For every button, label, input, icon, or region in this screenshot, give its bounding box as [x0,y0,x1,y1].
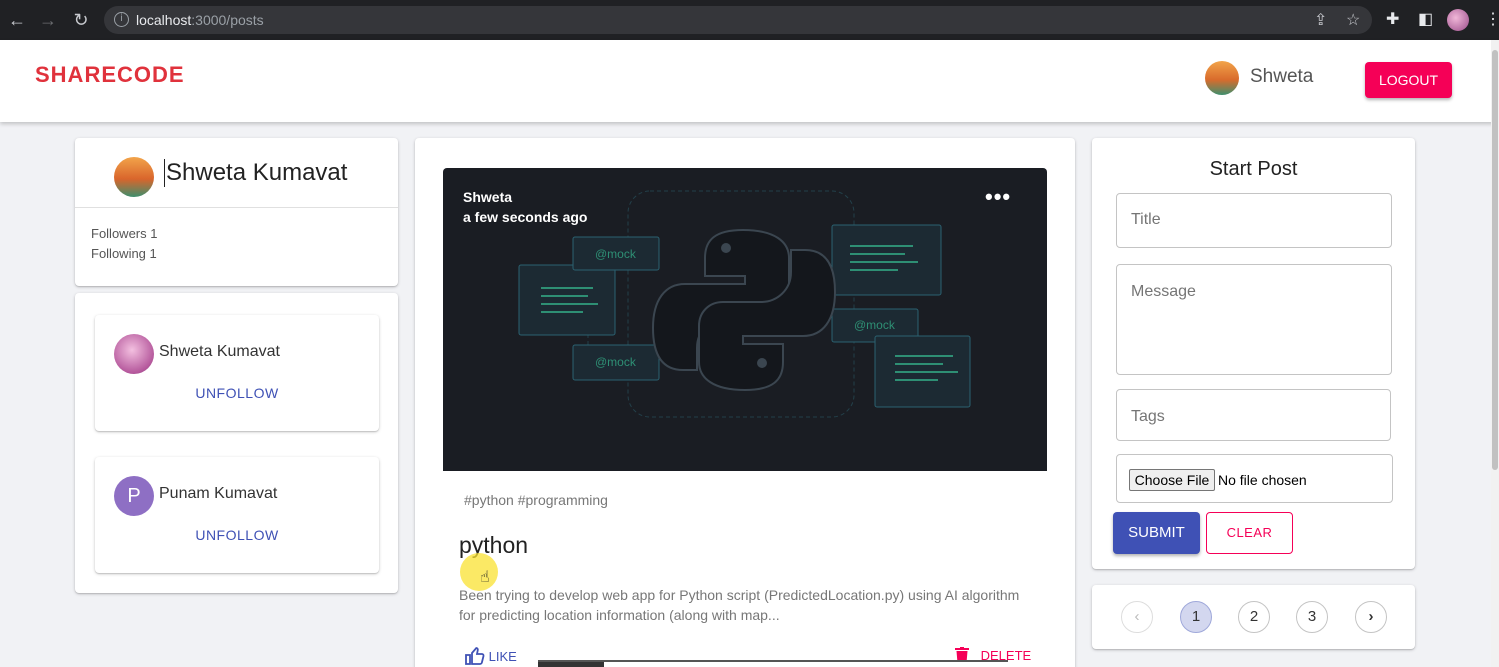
list-item: P Punam Kumavat UNFOLLOW [95,457,379,573]
message-input[interactable]: Message [1116,264,1392,375]
like-button[interactable]: LIKE [465,647,517,665]
clear-button[interactable]: CLEAR [1206,512,1293,554]
tags-input[interactable]: Tags [1116,389,1391,441]
python-eye [757,358,767,368]
file-status: No file chosen [1218,472,1307,488]
post-card-body: #python #programming python Been trying … [443,471,1047,667]
site-info-icon[interactable]: i [114,12,129,27]
back-icon[interactable]: ← [5,8,29,32]
next-page-button[interactable]: › [1355,601,1387,633]
divider [75,207,398,208]
side-panel-icon[interactable]: ◧ [1418,9,1433,29]
address-bar[interactable]: i localhost:3000/posts ⇪ ☆ [104,6,1372,34]
unfollow-button[interactable]: UNFOLLOW [95,385,379,401]
post-image[interactable]: @mock @mock @mock Shweta a few seconds a… [443,168,1047,471]
page-2-button[interactable]: 2 [1238,601,1270,633]
tags-placeholder: Tags [1131,408,1165,425]
submit-button[interactable]: SUBMIT [1113,512,1200,554]
page-1-button[interactable]: 1 [1180,601,1212,633]
profile-avatar [114,157,154,197]
form-title: Start Post [1209,158,1298,180]
mock-label: @mock [595,355,637,369]
mock-label: @mock [595,247,637,261]
user-name: Shweta Kumavat [159,343,280,360]
user-avatar [114,334,154,374]
title-input[interactable]: Title [1116,193,1392,248]
url-text[interactable]: localhost:3000/posts [136,12,264,28]
python-eye [721,243,731,253]
overlay-preview [538,660,1008,667]
user-name: Punam Kumavat [159,485,278,502]
page-3-button[interactable]: 3 [1296,601,1328,633]
cursor-highlight [460,553,498,591]
hand-cursor-icon: ☝ [480,567,490,586]
post-tags: #python #programming [464,492,608,508]
overlay-preview-dark [538,662,604,667]
url-path: :3000/posts [191,12,264,28]
followers-count: Followers 1 [91,226,158,241]
header-username: Shweta [1250,66,1314,87]
following-list: Shweta Kumavat UNFOLLOW P Punam Kumavat … [75,293,398,593]
post-message: Been trying to develop web app for Pytho… [459,587,1020,623]
bookmark-star-icon[interactable]: ☆ [1346,10,1360,30]
pagination: ‹ 1 2 3 › [1092,585,1415,649]
more-options-icon[interactable]: ••• [985,186,1011,208]
unfollow-button[interactable]: UNFOLLOW [95,527,379,543]
browser-menu-icon[interactable]: ⋮ [1485,9,1499,29]
file-input: Choose File No file chosen [1116,454,1393,503]
header-avatar [1205,61,1239,95]
message-placeholder: Message [1131,283,1196,300]
python-logo [651,228,837,392]
app-header: SHARECODE Shweta LOGOUT [0,40,1499,122]
scrollbar[interactable] [1491,40,1499,667]
list-item: Shweta Kumavat UNFOLLOW [95,315,379,431]
thumb-up-icon [465,647,485,665]
reload-icon[interactable]: ↻ [69,8,93,32]
start-post-form: Start Post Title Message Tags Choose Fil… [1092,138,1415,569]
profile-name: Shweta Kumavat [164,159,348,187]
brand-logo[interactable]: SHARECODE [35,62,185,88]
choose-file-button[interactable]: Choose File [1129,469,1215,491]
following-count: Following 1 [91,246,157,261]
share-icon[interactable]: ⇪ [1314,10,1327,30]
scrollbar-thumb[interactable] [1492,50,1498,470]
user-avatar: P [114,476,154,516]
post-timestamp: a few seconds ago [463,209,588,225]
browser-profile-avatar[interactable] [1447,9,1469,31]
extensions-icon[interactable]: ✚ [1386,9,1399,29]
title-placeholder: Title [1131,211,1161,228]
url-host: localhost [136,12,192,28]
forward-icon[interactable]: → [36,8,60,32]
profile-card: Shweta Kumavat Followers 1 Following 1 [75,138,398,286]
post-author: Shweta [463,189,513,205]
like-label: LIKE [488,649,517,664]
mock-label: @mock [854,318,896,332]
logout-button[interactable]: LOGOUT [1365,62,1452,98]
prev-page-button[interactable]: ‹ [1121,601,1153,633]
browser-chrome: ← → ↻ i localhost:3000/posts ⇪ ☆ ✚ ◧ ⋮ [0,0,1499,40]
